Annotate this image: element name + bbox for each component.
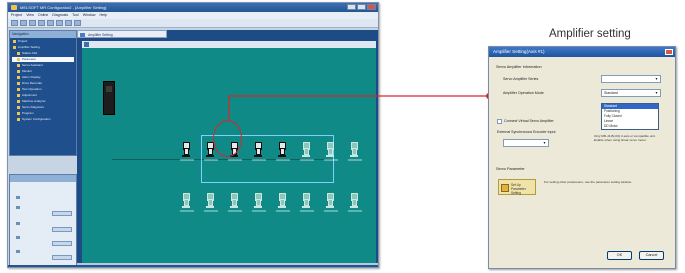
amplifier-info-heading: Servo Amplifier Information — [496, 65, 542, 69]
cancel-button[interactable]: Cancel — [639, 251, 664, 260]
series-select[interactable]: ▾ — [601, 75, 661, 83]
ok-button[interactable]: OK — [607, 251, 632, 260]
callout-line — [228, 95, 489, 120]
chevron-down-icon: ▾ — [655, 90, 658, 95]
series-label: Servo Amplifier Series — [503, 77, 539, 81]
virtual-amplifier-checkbox[interactable] — [497, 119, 502, 124]
servo-parameter-heading: Servo Parameter — [496, 167, 525, 171]
chevron-down-icon: ▾ — [543, 140, 546, 145]
chevron-down-icon: ▾ — [655, 76, 658, 81]
encoder-input-label: External Synchronous Encoder Input — [497, 130, 556, 134]
dropdown-option[interactable]: DD Motor — [602, 124, 658, 129]
amplifier-setting-caption: Amplifier setting — [549, 28, 631, 40]
encoder-input-select[interactable]: ▾ — [503, 139, 549, 147]
operation-mode-dropdown: Standard Positioning Fully Closed Linear… — [601, 103, 659, 130]
dialog-title: Amplifier Setting(Axis #1) — [489, 47, 675, 57]
parameter-setting-button[interactable]: Set Up Parameter Setting — [498, 179, 536, 195]
operation-mode-value: Standard — [604, 91, 618, 95]
encoder-input-note: Only MR-J4-B(-RJ) 2-axis or compatible u… — [594, 134, 656, 143]
parameter-icon — [501, 184, 509, 192]
operation-mode-select[interactable]: Standard ▾ — [601, 89, 661, 97]
dialog-close-button[interactable] — [665, 49, 673, 55]
amplifier-setting-dialog: Amplifier Setting(Axis #1) Servo Amplifi… — [488, 46, 676, 269]
operation-mode-label: Amplifier Operation Mode — [503, 91, 544, 95]
parameter-note: For setting other parameters, use the pa… — [544, 180, 632, 184]
virtual-amplifier-label: Connect Virtual Servo Amplifier — [504, 119, 554, 123]
parameter-button-label: Set Up Parameter Setting — [511, 183, 526, 195]
